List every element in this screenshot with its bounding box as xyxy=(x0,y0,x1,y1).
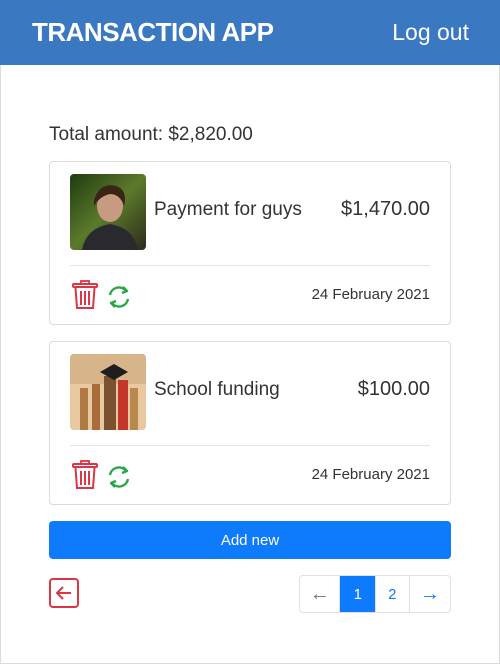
refresh-icon[interactable] xyxy=(105,463,133,491)
transaction-thumbnail xyxy=(70,354,146,430)
trash-icon[interactable] xyxy=(72,280,98,310)
add-new-button[interactable]: Add new xyxy=(49,521,451,559)
transaction-date: 24 February 2021 xyxy=(311,286,430,303)
app-frame xyxy=(0,0,500,664)
card-divider xyxy=(70,445,430,446)
brand-title: TRANSACTION APP xyxy=(32,17,274,47)
card-divider xyxy=(70,265,430,266)
transaction-title: Payment for guys xyxy=(154,199,302,220)
pagination-page-2[interactable]: 2 xyxy=(376,576,410,612)
transaction-title: School funding xyxy=(154,379,280,400)
transaction-card: Payment for guys $1,470.00 24 February 2… xyxy=(49,161,451,325)
pagination-page-1[interactable]: 1 xyxy=(340,576,376,612)
pagination: ← 1 2 → xyxy=(299,575,451,613)
pagination-prev[interactable]: ← xyxy=(300,576,341,612)
logout-link[interactable]: Log out xyxy=(392,19,469,46)
transaction-amount: $1,470.00 xyxy=(341,198,430,220)
transaction-amount: $100.00 xyxy=(357,378,430,400)
trash-icon[interactable] xyxy=(72,460,98,490)
transaction-card: School funding $100.00 24 February 2021 xyxy=(49,341,451,505)
transaction-thumbnail xyxy=(70,174,146,250)
back-arrow-icon[interactable] xyxy=(49,578,79,608)
transaction-date: 24 February 2021 xyxy=(311,466,430,483)
navbar: TRANSACTION APP Log out xyxy=(0,0,500,65)
pagination-next[interactable]: → xyxy=(410,576,450,612)
refresh-icon[interactable] xyxy=(105,283,133,311)
total-amount: Total amount: $2,820.00 xyxy=(49,124,253,145)
